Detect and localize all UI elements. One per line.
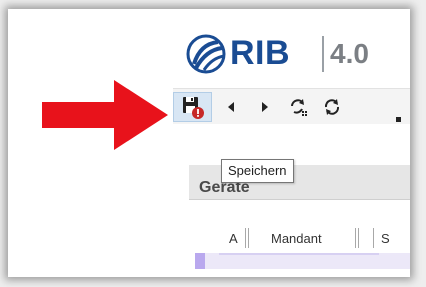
column-separator[interactable] xyxy=(355,228,356,248)
sync-icon xyxy=(291,99,307,116)
grid-header: A Mandant S xyxy=(195,223,410,253)
column-separator[interactable] xyxy=(245,228,246,248)
previous-icon xyxy=(228,102,234,112)
column-header-s[interactable]: S xyxy=(381,231,390,246)
table-row[interactable] xyxy=(195,253,410,269)
refresh-button[interactable] xyxy=(320,92,344,122)
column-header-a[interactable]: A xyxy=(229,231,238,246)
save-tooltip: Speichern xyxy=(221,159,294,183)
sync-button[interactable] xyxy=(286,92,310,122)
status-indicator xyxy=(396,117,401,122)
save-icon xyxy=(182,97,204,119)
previous-record-button[interactable] xyxy=(221,92,243,122)
column-separator[interactable] xyxy=(373,228,374,248)
row-selection-marker[interactable] xyxy=(195,253,205,269)
row-highlight xyxy=(219,253,379,255)
refresh-icon xyxy=(324,99,340,115)
next-icon xyxy=(262,102,268,112)
red-arrow-icon xyxy=(42,80,168,150)
next-record-button[interactable] xyxy=(253,92,275,122)
brand-version: 4.0 xyxy=(330,38,369,69)
column-header-mandant[interactable]: Mandant xyxy=(271,231,322,246)
rib-logo-mark-icon xyxy=(186,34,226,74)
column-separator[interactable] xyxy=(358,228,359,248)
column-separator[interactable] xyxy=(248,228,249,248)
save-button[interactable] xyxy=(173,92,212,122)
rib-logo: RIB 4.0 xyxy=(184,30,404,74)
main-toolbar xyxy=(173,88,410,124)
error-badge-icon xyxy=(191,107,204,119)
brand-name: RIB xyxy=(230,34,291,72)
logo-divider xyxy=(322,36,324,72)
